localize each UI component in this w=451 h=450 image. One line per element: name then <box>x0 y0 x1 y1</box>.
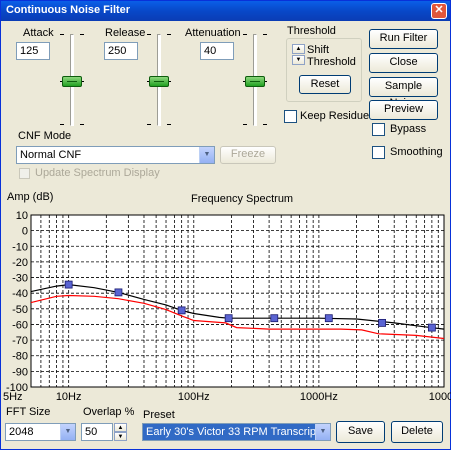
overlap-up[interactable]: ▲ <box>114 423 127 432</box>
y-tick-label: -60 <box>12 319 28 331</box>
curve-handle <box>114 288 123 297</box>
window-title: Continuous Noise Filter <box>6 4 131 16</box>
title-bar[interactable]: Continuous Noise Filter ✕ <box>1 1 450 21</box>
keep-residue-checkbox[interactable] <box>284 110 297 123</box>
shift-threshold-up[interactable]: ▲ <box>292 44 305 54</box>
cnf-mode-value: Normal CNF <box>20 149 82 161</box>
chevron-down-icon[interactable]: ▼ <box>199 147 214 163</box>
fft-size-label: FFT Size <box>6 406 51 418</box>
preset-value: Early 30's Victor 33 RPM Transcription <box>146 426 331 438</box>
reset-button[interactable]: Reset <box>299 75 351 94</box>
cnf-mode-label: CNF Mode <box>18 130 72 142</box>
attack-slider[interactable] <box>56 31 88 129</box>
freeze-button[interactable]: Freeze <box>220 146 276 164</box>
overlap-label: Overlap % <box>83 406 135 418</box>
y-tick-label: -50 <box>12 304 28 316</box>
y-tick-label: -30 <box>12 273 28 285</box>
release-slider[interactable] <box>143 31 175 129</box>
threshold-label: Threshold <box>287 25 336 37</box>
shift-threshold-label: Shift Threshold <box>307 44 356 68</box>
curve-handle <box>324 314 333 323</box>
attack-input[interactable]: 125 <box>16 42 50 60</box>
attenuation-label: Attenuation <box>185 27 241 39</box>
release-input[interactable]: 250 <box>104 42 138 60</box>
bypass-label: Bypass <box>390 123 427 135</box>
attack-slider-thumb[interactable] <box>62 76 82 87</box>
preset-select[interactable]: Early 30's Victor 33 RPM Transcription ▼ <box>142 423 331 441</box>
chevron-down-icon[interactable]: ▼ <box>60 424 75 440</box>
overlap-input[interactable]: 50 <box>81 423 113 441</box>
curve-handle <box>378 318 386 327</box>
x-tick-label: 100Hz <box>178 391 210 403</box>
frequency-spectrum-chart[interactable]: 100-10-20-30-40-50-60-70-80-90-1005Hz 10H… <box>1 201 451 411</box>
curve-handle <box>224 314 233 323</box>
preview-button[interactable]: Preview <box>369 100 438 120</box>
preset-label: Preset <box>143 409 175 421</box>
close-window-icon[interactable]: ✕ <box>431 3 447 19</box>
curve-handle <box>177 306 186 315</box>
bypass-checkbox[interactable] <box>372 123 385 136</box>
continuous-noise-filter-window: Continuous Noise Filter ✕ Attack 125 Rel… <box>0 0 451 450</box>
attack-label: Attack <box>23 27 54 39</box>
x-tick-label: 10Hz <box>56 391 82 403</box>
y-tick-label: -70 <box>12 335 28 347</box>
x-tick-label: 5Hz <box>3 391 23 403</box>
attenuation-input[interactable]: 40 <box>200 42 234 60</box>
fft-size-select[interactable]: 2048 ▼ <box>5 423 76 441</box>
release-slider-thumb[interactable] <box>149 76 169 87</box>
y-tick-label: -80 <box>12 351 28 363</box>
smoothing-checkbox[interactable] <box>372 146 385 159</box>
y-tick-label: 0 <box>22 226 28 238</box>
keep-residue-label: Keep Residue <box>300 110 370 122</box>
close-button[interactable]: Close <box>369 53 438 73</box>
cnf-mode-select[interactable]: Normal CNF ▼ <box>16 146 215 164</box>
curve-handle <box>270 314 279 323</box>
delete-button[interactable]: Delete <box>391 421 443 443</box>
shift-threshold-down[interactable]: ▼ <box>292 55 305 65</box>
smoothing-label: Smoothing <box>390 146 443 158</box>
y-tick-label: 10 <box>16 210 28 222</box>
attenuation-slider[interactable] <box>239 31 271 129</box>
curve-handle <box>427 323 436 332</box>
y-tick-label: -20 <box>12 257 28 269</box>
save-button[interactable]: Save <box>336 421 385 443</box>
x-tick-label: 1000Hz <box>300 391 338 403</box>
x-tick-label: 10000 <box>429 391 451 403</box>
attenuation-slider-thumb[interactable] <box>245 76 265 87</box>
chevron-down-icon[interactable]: ▼ <box>315 424 330 440</box>
update-spectrum-label: Update Spectrum Display <box>35 167 160 179</box>
y-tick-label: -90 <box>12 366 28 378</box>
curve-handle <box>64 280 73 289</box>
sample-noise-button[interactable]: Sample Noise <box>369 77 438 109</box>
update-spectrum-checkbox[interactable] <box>19 168 30 179</box>
run-filter-button[interactable]: Run Filter <box>369 29 438 49</box>
y-tick-label: -40 <box>12 288 28 300</box>
overlap-down[interactable]: ▼ <box>114 432 127 441</box>
y-tick-label: -10 <box>12 241 28 253</box>
plot-area <box>30 214 445 388</box>
release-label: Release <box>105 27 146 39</box>
fft-size-value: 2048 <box>9 426 34 438</box>
